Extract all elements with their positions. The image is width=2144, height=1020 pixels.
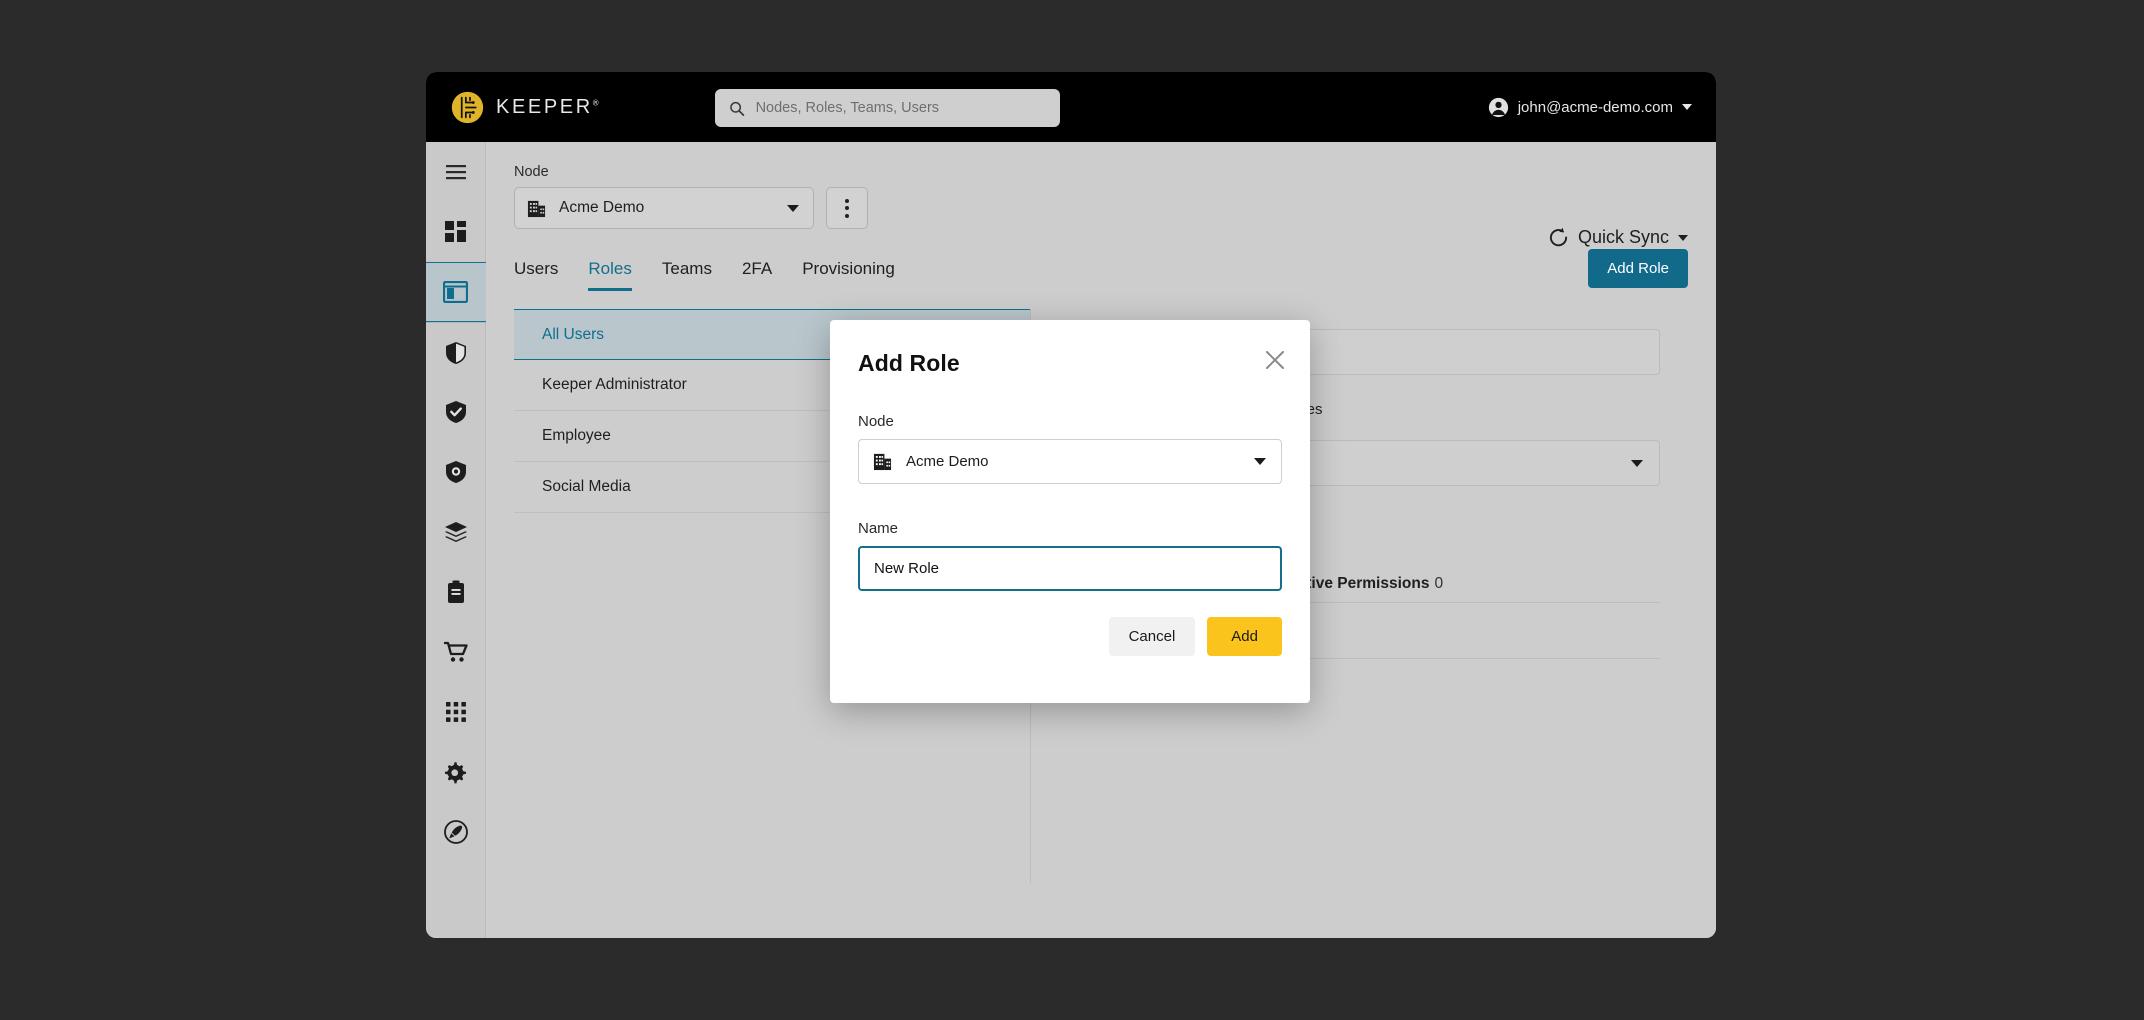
sidebar-item-launch[interactable] — [426, 802, 486, 862]
layers-icon — [444, 522, 467, 542]
building-icon — [527, 200, 546, 217]
search-icon — [730, 101, 745, 116]
shopping-cart-icon — [443, 641, 468, 662]
add-role-button[interactable]: Add Role — [1588, 249, 1688, 288]
dialog-title: Add Role — [858, 350, 960, 376]
sidebar-item-dashboard[interactable] — [426, 202, 486, 262]
clipboard-icon — [447, 580, 464, 603]
building-icon — [873, 453, 892, 471]
tab-users[interactable]: Users — [514, 259, 558, 291]
role-name-input[interactable] — [858, 546, 1282, 591]
sidebar-item-reporting[interactable] — [426, 562, 486, 622]
global-search[interactable] — [715, 89, 1060, 127]
sidebar-item-settings[interactable] — [426, 742, 486, 802]
chevron-down-icon — [787, 204, 799, 212]
brand-logo-group[interactable]: KEEPER® — [451, 91, 601, 124]
sidebar-item-apps[interactable] — [426, 682, 486, 742]
icon-sidebar — [426, 142, 486, 938]
apps-grid-icon — [445, 702, 466, 722]
tab-2fa[interactable]: 2FA — [742, 259, 772, 291]
account-avatar-icon — [1488, 97, 1508, 117]
add-role-dialog: Add Role Node Acme Demo Name New Role Ca… — [830, 320, 1310, 703]
dialog-actions: Cancel Add — [858, 617, 1282, 656]
sidebar-item-connections[interactable] — [426, 502, 486, 562]
sidebar-item-monitoring[interactable] — [426, 442, 486, 502]
gear-icon — [444, 761, 467, 783]
tab-provisioning[interactable]: Provisioning — [802, 259, 895, 291]
chevron-down-icon — [1682, 104, 1692, 110]
refresh-icon — [1549, 227, 1568, 247]
quick-sync-label: Quick Sync — [1577, 227, 1669, 247]
tab-teams[interactable]: Teams — [662, 259, 712, 291]
sidebar-item-marketplace[interactable] — [426, 622, 486, 682]
chevron-down-icon — [1678, 234, 1688, 241]
cancel-button[interactable]: Cancel — [1108, 617, 1196, 656]
quick-sync-button[interactable]: Quick Sync — [1548, 227, 1688, 248]
close-icon[interactable] — [1264, 349, 1286, 371]
dialog-node-selector[interactable]: Acme Demo — [858, 439, 1282, 484]
dot — [845, 213, 849, 218]
user-email: john@acme-demo.com — [1517, 98, 1673, 116]
sidebar-item-compliance[interactable] — [426, 382, 486, 442]
menu-toggle[interactable] — [426, 142, 486, 202]
hamburger-menu-icon — [445, 164, 466, 179]
dot — [845, 206, 849, 210]
add-button[interactable]: Add — [1207, 617, 1282, 656]
dot — [845, 198, 849, 203]
tab-roles[interactable]: Roles — [588, 259, 632, 291]
sidebar-item-admin[interactable] — [426, 262, 486, 322]
dialog-node-label: Node — [858, 413, 894, 430]
shield-half-icon — [445, 341, 466, 364]
node-selector-value: Acme Demo — [559, 199, 645, 216]
screen-backdrop: KEEPER® john@acme-demo.com — [0, 0, 2144, 1020]
rocket-icon — [443, 820, 468, 844]
chevron-down-icon — [1254, 458, 1266, 465]
user-menu[interactable]: john@acme-demo.com — [1488, 72, 1692, 142]
keeper-logo-icon — [451, 91, 484, 123]
brand-name: KEEPER® — [496, 95, 602, 118]
node-label: Node — [514, 164, 549, 180]
node-row: Acme Demo — [514, 187, 1688, 229]
chevron-down-icon — [1631, 460, 1643, 467]
node-more-options-button[interactable] — [826, 187, 868, 229]
search-input[interactable] — [755, 100, 1046, 116]
sidebar-item-secrets[interactable] — [426, 322, 486, 382]
main-tabs: Users Roles Teams 2FA Provisioning Add R… — [514, 249, 1688, 291]
dialog-name-label: Name — [858, 520, 899, 537]
dialog-node-value: Acme Demo — [906, 453, 989, 470]
node-selector[interactable]: Acme Demo — [514, 187, 814, 229]
shield-eye-icon — [445, 461, 466, 483]
admin-panel-icon — [443, 281, 468, 303]
dashboard-grid-icon — [444, 221, 466, 242]
top-bar: KEEPER® john@acme-demo.com — [426, 72, 1716, 142]
shield-check-icon — [445, 401, 466, 423]
